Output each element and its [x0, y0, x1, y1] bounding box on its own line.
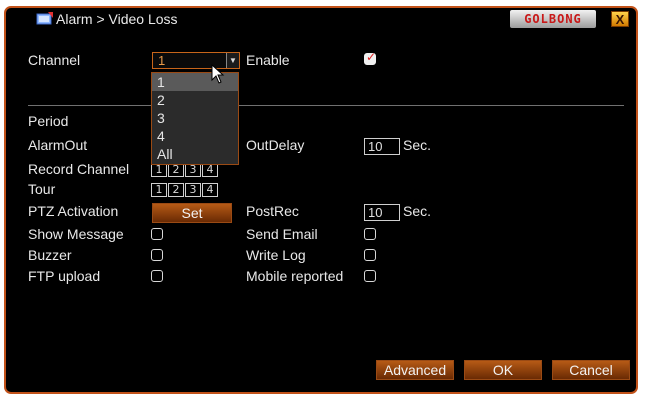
channel-option[interactable]: All: [152, 145, 238, 163]
buzzer-checkbox[interactable]: [151, 249, 163, 261]
advanced-button[interactable]: Advanced: [376, 360, 454, 380]
record-channel-boxes: 1 2 3 4: [151, 163, 218, 177]
channel-label: Channel: [28, 52, 81, 68]
alarm-window-icon: [36, 12, 53, 25]
out-delay-unit: Sec.: [403, 137, 432, 153]
channel-option[interactable]: 2: [152, 91, 238, 109]
brand-logo: GOLBONG: [510, 10, 596, 28]
show-message-checkbox[interactable]: [151, 228, 163, 240]
video-loss-dialog: Alarm > Video Loss GOLBONG X Channel 1 ▼…: [4, 6, 638, 394]
section-divider: [28, 105, 624, 106]
period-label: Period: [28, 113, 69, 129]
ptz-activation-label: PTZ Activation: [28, 203, 119, 219]
mouse-cursor-icon: [211, 64, 225, 84]
enable-label: Enable: [246, 52, 290, 68]
close-button[interactable]: X: [611, 11, 629, 27]
ftp-upload-label: FTP upload: [28, 268, 101, 284]
record-channel-box[interactable]: 2: [168, 163, 184, 177]
chevron-down-icon[interactable]: ▼: [226, 53, 239, 68]
channel-option[interactable]: 3: [152, 109, 238, 127]
tour-channel-box[interactable]: 3: [185, 183, 201, 197]
post-rec-unit: Sec.: [403, 203, 432, 219]
tour-channel-box[interactable]: 1: [151, 183, 167, 197]
record-channel-box[interactable]: 1: [151, 163, 167, 177]
show-message-label: Show Message: [28, 226, 124, 242]
write-log-label: Write Log: [246, 247, 306, 263]
record-channel-box[interactable]: 3: [185, 163, 201, 177]
tour-channel-boxes: 1 2 3 4: [151, 183, 218, 197]
mobile-reported-label: Mobile reported: [246, 268, 344, 284]
record-channel-box[interactable]: 4: [202, 163, 218, 177]
channel-option[interactable]: 1: [152, 73, 238, 91]
write-log-checkbox[interactable]: [364, 249, 376, 261]
post-rec-input[interactable]: 10: [364, 204, 400, 221]
channel-option[interactable]: 4: [152, 127, 238, 145]
enable-checkbox[interactable]: [364, 50, 376, 65]
tour-channel-box[interactable]: 2: [168, 183, 184, 197]
channel-dropdown-list: 1 2 3 4 All: [151, 72, 239, 165]
alarm-out-label: AlarmOut: [28, 137, 88, 153]
send-email-label: Send Email: [246, 226, 318, 242]
mobile-reported-checkbox[interactable]: [364, 270, 376, 282]
ptz-set-button[interactable]: Set: [152, 203, 232, 223]
title-bar: Alarm > Video Loss GOLBONG X: [6, 8, 636, 30]
send-email-checkbox[interactable]: [364, 228, 376, 240]
cancel-button[interactable]: Cancel: [552, 360, 630, 380]
tour-label: Tour: [28, 181, 56, 197]
post-rec-label: PostRec: [246, 203, 299, 219]
out-delay-input[interactable]: 10: [364, 138, 400, 155]
channel-select-value: 1: [158, 53, 166, 68]
channel-select[interactable]: 1 ▼: [152, 52, 240, 69]
out-delay-label: OutDelay: [246, 137, 305, 153]
ftp-upload-checkbox[interactable]: [151, 270, 163, 282]
window-title: Alarm > Video Loss: [56, 11, 178, 27]
ok-button[interactable]: OK: [464, 360, 542, 380]
tour-channel-box[interactable]: 4: [202, 183, 218, 197]
record-channel-label: Record Channel: [28, 161, 130, 177]
buzzer-label: Buzzer: [28, 247, 72, 263]
